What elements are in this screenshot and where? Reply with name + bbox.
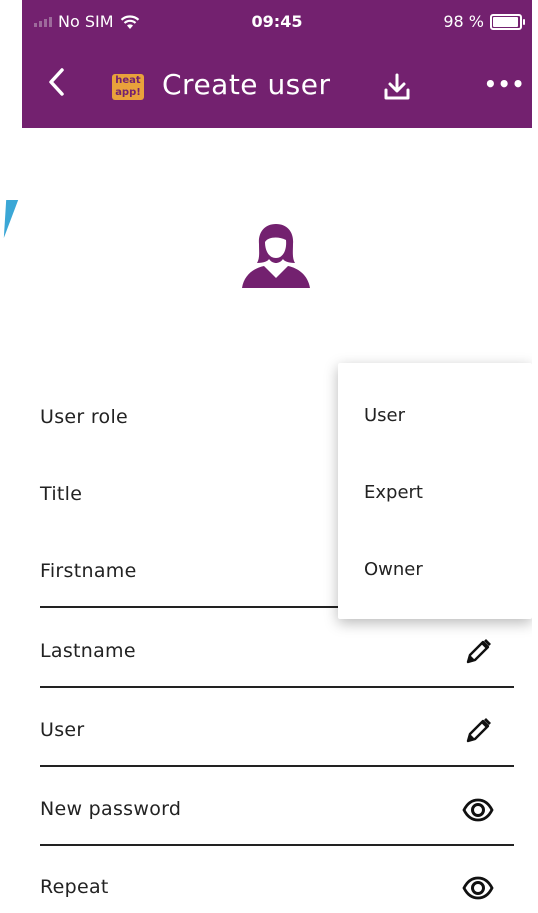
user-row[interactable]: User: [40, 689, 514, 767]
eye-icon[interactable]: [462, 872, 494, 904]
repeat-row[interactable]: Repeat: [40, 846, 514, 913]
pencil-icon[interactable]: [462, 715, 494, 747]
firstname-label: Firstname: [40, 560, 137, 582]
user-role-dropdown: User Expert Owner: [338, 363, 532, 619]
new-password-row[interactable]: New password: [40, 768, 514, 846]
dropdown-option-owner[interactable]: Owner: [364, 559, 423, 580]
battery-icon: [490, 13, 525, 30]
heatapp-logo: heat app!: [112, 74, 144, 100]
dropdown-option-user[interactable]: User: [364, 405, 405, 426]
status-bar: No SIM 09:45 98 %: [22, 0, 532, 44]
back-button[interactable]: [46, 66, 86, 106]
more-options-button[interactable]: •••: [484, 74, 524, 94]
lastname-label: Lastname: [40, 640, 136, 662]
new-password-label: New password: [40, 798, 182, 820]
edge-accent: [0, 200, 19, 238]
title-label: Title: [40, 483, 83, 505]
status-right: 98 %: [443, 12, 525, 31]
user-avatar-icon[interactable]: [238, 220, 314, 290]
download-button[interactable]: [380, 70, 414, 104]
battery-fill: [493, 16, 519, 27]
app-screen: No SIM 09:45 98 % heat app! Create user: [22, 0, 532, 913]
user-role-label: User role: [40, 406, 129, 428]
logo-text-bottom: app!: [115, 87, 141, 98]
dropdown-option-expert[interactable]: Expert: [364, 482, 423, 503]
eye-icon[interactable]: [462, 794, 494, 826]
logo-text-top: heat: [115, 75, 141, 86]
battery-percent: 98 %: [443, 12, 484, 31]
firstname-underline: [40, 606, 340, 608]
repeat-label: Repeat: [40, 876, 109, 898]
pencil-icon[interactable]: [462, 636, 494, 668]
lastname-row[interactable]: Lastname: [40, 610, 514, 688]
user-label: User: [40, 719, 85, 741]
page-title: Create user: [162, 68, 331, 101]
download-icon: [384, 73, 410, 100]
app-toolbar: heat app! Create user •••: [22, 44, 532, 128]
chevron-left-icon: [49, 68, 64, 96]
